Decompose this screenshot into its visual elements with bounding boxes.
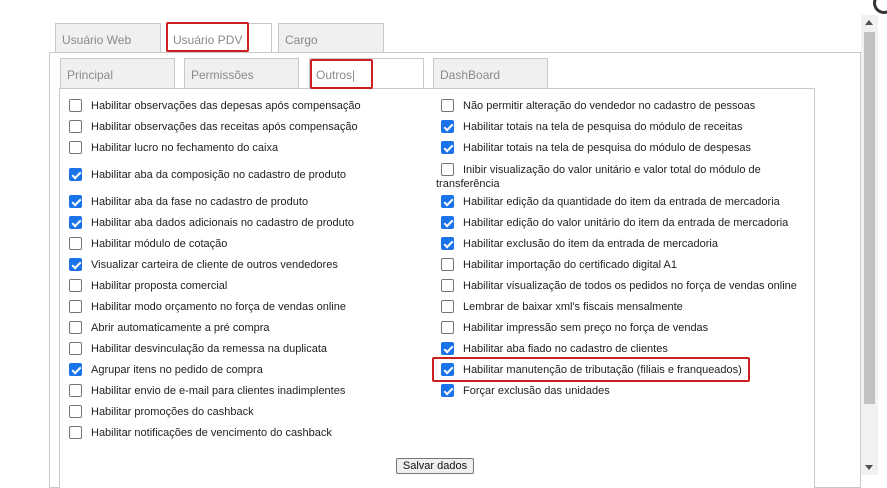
scrollbar[interactable] [861, 15, 878, 475]
option-label: Habilitar visualização de todos os pedid… [463, 280, 797, 292]
option-label: Habilitar aba dados adicionais no cadast… [91, 217, 354, 229]
option-label-continuation: transferência [436, 178, 500, 190]
option-checkbox[interactable] [69, 195, 82, 208]
option-checkbox[interactable] [69, 405, 82, 418]
tab-dashboard[interactable]: DashBoard [433, 58, 548, 88]
option-label: Habilitar aba da composição no cadastro … [91, 169, 346, 181]
option-label: Habilitar envio de e-mail para clientes … [91, 385, 346, 397]
option-checkbox[interactable] [69, 168, 82, 181]
option-checkbox[interactable] [69, 300, 82, 313]
option-label: Forçar exclusão das unidades [463, 385, 610, 397]
option-label: Habilitar desvinculação da remessa na du… [91, 343, 328, 355]
option-label: Habilitar impressão sem preço no força d… [463, 322, 709, 334]
highlight-tab-usuario-pdv [166, 22, 249, 52]
option-label: Habilitar exclusão do item da entrada de… [463, 238, 718, 250]
tab-label: DashBoard [440, 68, 501, 82]
option-label: Habilitar lucro no fechamento do caixa [91, 142, 279, 154]
option-label: Agrupar itens no pedido de compra [91, 364, 263, 376]
option-label: Habilitar modo orçamento no força de ven… [91, 301, 346, 313]
tab-label: Usuário Web [62, 33, 132, 47]
tab-label: Cargo [285, 33, 318, 47]
option-checkbox[interactable] [441, 300, 454, 313]
scroll-up-icon[interactable] [865, 20, 873, 25]
option-checkbox[interactable] [69, 342, 82, 355]
option-checkbox[interactable] [441, 342, 454, 355]
option-label: Habilitar observações das receitas após … [91, 121, 358, 133]
option-checkbox[interactable] [441, 120, 454, 133]
option-label: Lembrar de baixar xml's fiscais mensalme… [463, 301, 683, 313]
option-label: Habilitar aba da fase no cadastro de pro… [91, 196, 309, 208]
option-label: Habilitar importação do certificado digi… [463, 259, 678, 271]
option-checkbox[interactable] [441, 321, 454, 334]
tab-permissoes[interactable]: Permissões [184, 58, 299, 88]
tab-principal[interactable]: Principal [60, 58, 175, 88]
tab-usuario-web[interactable]: Usuário Web [55, 23, 161, 53]
scroll-thumb[interactable] [864, 32, 875, 404]
save-button[interactable]: Salvar dados [396, 458, 474, 474]
option-checkbox[interactable] [441, 195, 454, 208]
option-checkbox[interactable] [441, 141, 454, 154]
option-label: Habilitar proposta comercial [91, 280, 228, 292]
option-checkbox[interactable] [441, 163, 454, 176]
option-checkbox[interactable] [69, 321, 82, 334]
option-checkbox[interactable] [69, 99, 82, 112]
option-checkbox[interactable] [441, 237, 454, 250]
scroll-down-icon[interactable] [865, 465, 873, 470]
option-checkbox[interactable] [69, 258, 82, 271]
option-label: Abrir automaticamente a pré compra [91, 322, 270, 334]
option-label: Habilitar edição da quantidade do item d… [463, 196, 780, 208]
option-checkbox[interactable] [69, 120, 82, 133]
option-label: Habilitar aba fiado no cadastro de clien… [463, 343, 668, 355]
highlight-tab-outros [310, 59, 373, 89]
option-checkbox[interactable] [441, 99, 454, 112]
option-checkbox[interactable] [69, 141, 82, 154]
tab-label: Permissões [191, 68, 254, 82]
option-label: Não permitir alteração do vendedor no ca… [463, 100, 756, 112]
option-label: Habilitar promoções do cashback [91, 406, 254, 418]
option-label: Habilitar totais na tela de pesquisa do … [463, 121, 743, 133]
option-label: Habilitar notificações de vencimento do … [91, 427, 332, 439]
option-label: Habilitar módulo de cotação [91, 238, 228, 250]
window-control-icon[interactable] [873, 0, 887, 14]
tab-cargo[interactable]: Cargo [278, 23, 384, 53]
option-checkbox[interactable] [69, 426, 82, 439]
option-checkbox[interactable] [69, 384, 82, 397]
option-label: Habilitar edição do valor unitário do it… [463, 217, 789, 229]
tab-label: Principal [67, 68, 114, 82]
option-checkbox[interactable] [69, 279, 82, 292]
option-checkbox[interactable] [69, 237, 82, 250]
option-label: Habilitar totais na tela de pesquisa do … [463, 142, 752, 154]
option-label: Inibir visualização do valor unitário e … [463, 164, 761, 176]
highlight-tributacao-option [432, 357, 750, 382]
option-checkbox[interactable] [69, 363, 82, 376]
option-label: Visualizar carteira de cliente de outros… [91, 259, 338, 271]
option-checkbox[interactable] [441, 258, 454, 271]
option-checkbox[interactable] [441, 216, 454, 229]
option-checkbox[interactable] [441, 279, 454, 292]
option-checkbox[interactable] [69, 216, 82, 229]
option-label: Habilitar observações das depesas após c… [91, 100, 361, 112]
option-checkbox[interactable] [441, 384, 454, 397]
